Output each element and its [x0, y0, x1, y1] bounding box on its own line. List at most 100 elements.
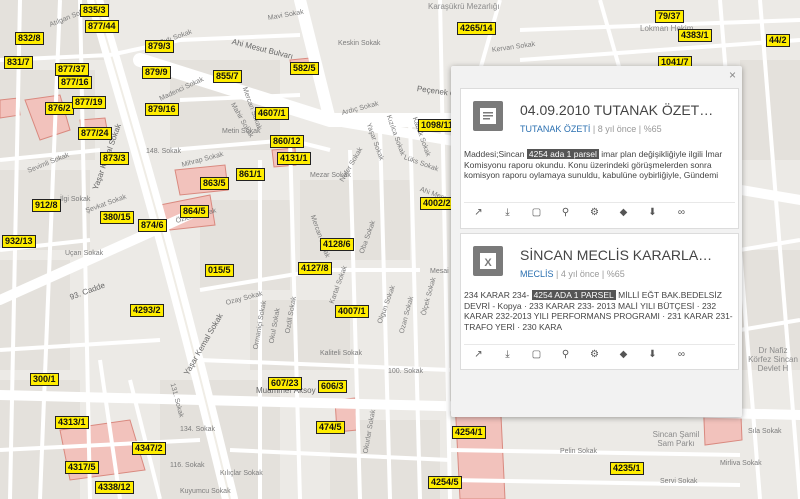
street-label: İlgi Sokak	[60, 196, 91, 203]
parcel-label[interactable]: 879/9	[142, 66, 171, 79]
parcel-label[interactable]: 877/37	[55, 63, 89, 76]
note-icon[interactable]: ▢	[522, 349, 551, 360]
parcel-label[interactable]: 4131/1	[277, 152, 311, 165]
parcel-label[interactable]: 607/23	[268, 377, 302, 390]
book-icon[interactable]: ◆	[609, 349, 638, 360]
street-label: Pelin Sokak	[560, 448, 597, 455]
location-icon[interactable]: ⚲	[551, 349, 580, 360]
street-label: Kuyumcu Sokak	[180, 488, 231, 495]
parcel-label[interactable]: 4007/1	[335, 305, 369, 318]
parcel-label[interactable]: 832/8	[15, 32, 44, 45]
poi-park: Sincan Şamil Sam Parkı	[652, 430, 700, 448]
result-snippet: Maddesi;Sincan 4254 ada 1 parsel imar pl…	[464, 149, 723, 180]
parcel-label[interactable]: 44/2	[766, 34, 790, 47]
street-label: Sıla Sokak	[748, 428, 782, 435]
svg-text:X: X	[484, 257, 492, 269]
close-icon[interactable]: ×	[729, 68, 736, 82]
open-link-icon[interactable]: ↗	[464, 207, 493, 218]
parcel-label[interactable]: 4293/2	[130, 304, 164, 317]
excel-doc-icon: X	[473, 246, 503, 276]
parcel-label[interactable]: 4002/2	[420, 197, 454, 210]
parcel-label[interactable]: 4254/5	[428, 476, 462, 489]
parcel-label[interactable]: 873/3	[100, 152, 129, 165]
parcel-label[interactable]: 876/2	[45, 102, 74, 115]
result-score: %65	[643, 124, 662, 134]
download-icon[interactable]: ⤓	[493, 207, 522, 218]
search-highlight: 4254 ada 1 parsel	[526, 149, 599, 159]
parcel-label[interactable]: 877/24	[78, 127, 112, 140]
note-icon[interactable]: ▢	[522, 207, 551, 218]
parcel-label[interactable]: 863/5	[200, 177, 229, 190]
parcel-label[interactable]: 4313/1	[55, 416, 89, 429]
result-toolbar: ↗ ⤓ ▢ ⚲ ⚙ ◆ ⬇ ∞	[464, 344, 735, 363]
save-icon[interactable]: ⬇	[638, 207, 667, 218]
result-age: 8 yıl önce	[597, 124, 637, 134]
download-icon[interactable]: ⤓	[493, 349, 522, 360]
result-meta: TUTANAK ÖZETİ | 8 yıl önce | %65	[520, 124, 662, 134]
parcel-label[interactable]: 4127/8	[298, 262, 332, 275]
location-icon[interactable]: ⚲	[551, 207, 580, 218]
result-title[interactable]: 04.09.2010 TUTANAK ÖZET…	[520, 102, 713, 118]
result-snippet: 234 KARAR 234- 4254 ADA 1 PARSEL MİLLİ E…	[464, 290, 733, 332]
parcel-label[interactable]: 4128/6	[320, 238, 354, 251]
parcel-label[interactable]: 4338/12	[95, 481, 134, 494]
street-label: Servi Sokak	[660, 478, 698, 485]
parcel-label[interactable]: 932/13	[2, 235, 36, 248]
parcel-label[interactable]: 474/5	[316, 421, 345, 434]
parcel-label[interactable]: 855/7	[213, 70, 242, 83]
result-card[interactable]: X SİNCAN MECLİS KARARLA… MECLİS | 4 yıl …	[460, 233, 739, 370]
street-label: Keskin Sokak	[338, 40, 381, 47]
settings-icon[interactable]: ⚙	[580, 349, 609, 360]
result-title[interactable]: SİNCAN MECLİS KARARLA…	[520, 247, 712, 263]
open-link-icon[interactable]: ↗	[464, 349, 493, 360]
poi-cemetery: Karaşükrü Mezarlığı	[428, 2, 500, 11]
result-card[interactable]: 04.09.2010 TUTANAK ÖZET… TUTANAK ÖZETİ |…	[460, 88, 739, 229]
parcel-label[interactable]: 860/12	[270, 135, 304, 148]
parcel-label[interactable]: 877/44	[85, 20, 119, 33]
parcel-map[interactable]: Ahi Mesut Bulvarı Peçenek Cad. Keskin So…	[0, 0, 800, 499]
street-label: Mirliva Sokak	[720, 460, 762, 467]
parcel-label[interactable]: 874/6	[138, 219, 167, 232]
parcel-label[interactable]: 582/5	[290, 62, 319, 75]
parcel-label[interactable]: 4317/5	[65, 461, 99, 474]
parcel-label[interactable]: 4235/1	[610, 462, 644, 475]
parcel-label[interactable]: 4265/14	[457, 22, 496, 35]
settings-icon[interactable]: ⚙	[580, 207, 609, 218]
street-label: Metin Sokak	[222, 128, 261, 135]
parcel-label[interactable]: 835/3	[80, 4, 109, 17]
parcel-label[interactable]: 79/37	[655, 10, 684, 23]
street-label: 148. Sokak	[146, 148, 182, 155]
parcel-label[interactable]: 861/1	[236, 168, 265, 181]
parcel-label[interactable]: 879/16	[145, 103, 179, 116]
parcel-label[interactable]: 831/7	[4, 56, 33, 69]
save-icon[interactable]: ⬇	[638, 349, 667, 360]
street-label: 134. Sokak	[180, 426, 216, 433]
parcel-label[interactable]: 4347/2	[132, 442, 166, 455]
street-label: 116. Sokak	[170, 462, 205, 469]
parcel-label[interactable]: 912/8	[32, 199, 61, 212]
parcel-label[interactable]: 4383/1	[678, 29, 712, 42]
book-icon[interactable]: ◆	[609, 207, 638, 218]
parcel-label[interactable]: 300/1	[30, 373, 59, 386]
result-age: 4 yıl önce	[560, 269, 600, 279]
result-category[interactable]: TUTANAK ÖZETİ	[520, 124, 590, 134]
parcel-label[interactable]: 606/3	[318, 380, 347, 393]
result-meta: MECLİS | 4 yıl önce | %65	[520, 269, 625, 279]
parcel-label[interactable]: 879/3	[145, 40, 174, 53]
parcel-label[interactable]: 380/15	[100, 211, 134, 224]
result-score: %65	[606, 269, 625, 279]
parcel-label[interactable]: 864/5	[180, 205, 209, 218]
search-highlight: 4254 ADA 1 PARSEL	[531, 290, 616, 300]
link-icon[interactable]: ∞	[667, 207, 696, 218]
result-category[interactable]: MECLİS	[520, 269, 554, 279]
parcel-label[interactable]: 4607/1	[255, 107, 289, 120]
parcel-label[interactable]: 877/19	[72, 96, 106, 109]
word-doc-icon	[473, 101, 503, 131]
link-icon[interactable]: ∞	[667, 349, 696, 360]
street-label: Uçarı Sokak	[65, 250, 104, 257]
search-results-popup: × 04.09.2010 TUTANAK ÖZET… TUTANAK ÖZETİ…	[451, 66, 742, 417]
parcel-label[interactable]: 4254/1	[452, 426, 486, 439]
parcel-label[interactable]: 877/16	[58, 76, 92, 89]
parcel-label[interactable]: 015/5	[205, 264, 234, 277]
street-label: 100. Sokak	[388, 368, 424, 375]
